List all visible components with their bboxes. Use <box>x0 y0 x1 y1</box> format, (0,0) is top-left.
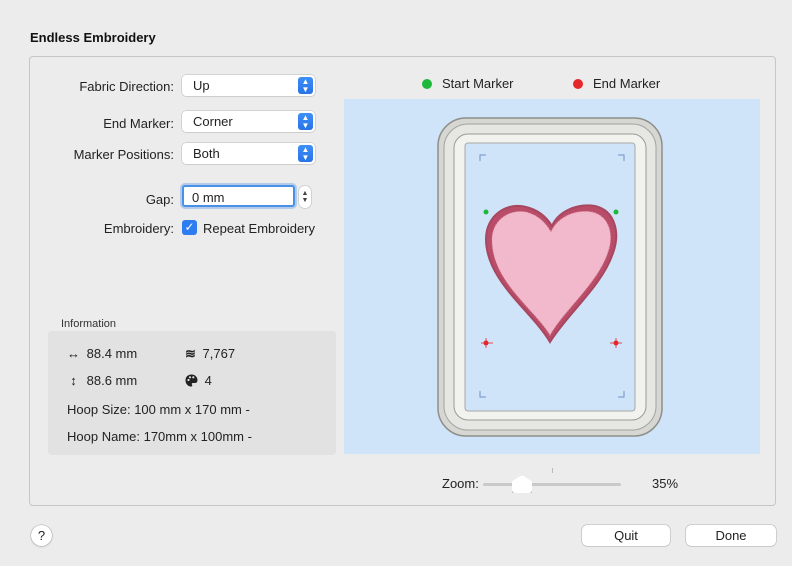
gap-stepper[interactable]: ▲ ▼ <box>299 186 311 208</box>
info-stitches-value: 7,767 <box>202 346 236 361</box>
end-marker-label: End Marker: <box>103 116 174 131</box>
info-colors: 4 <box>185 373 212 388</box>
chevron-updown-icon: ▲ ▼ <box>298 77 313 94</box>
info-width: ↔ 88.4 mm <box>67 346 137 361</box>
zoom-slider-track[interactable] <box>483 483 621 486</box>
legend-end: End Marker <box>573 76 660 91</box>
stitch-count-icon: ≋ <box>185 346 196 361</box>
repeat-embroidery-label[interactable]: Repeat Embroidery <box>203 221 315 236</box>
fabric-direction-value: Up <box>193 78 210 93</box>
hoop-preview-canvas <box>437 117 663 437</box>
horizontal-arrows-icon: ↔ <box>67 346 80 361</box>
information-title: Information <box>61 318 117 330</box>
fabric-direction-label: Fabric Direction: <box>79 79 174 94</box>
end-marker-dot <box>573 78 583 89</box>
embroidery-preview[interactable] <box>344 99 760 454</box>
done-button[interactable]: Done <box>686 525 776 546</box>
info-hoop-size: Hoop Size: 100 mm x 170 mm - <box>67 402 250 417</box>
info-colors-value: 4 <box>204 373 212 388</box>
end-marker-label: End Marker <box>593 76 661 91</box>
gap-label: Gap: <box>145 192 174 207</box>
help-button[interactable]: ? <box>31 525 52 546</box>
chevron-updown-icon: ▲ ▼ <box>298 113 313 130</box>
embroidery-label: Embroidery: <box>103 221 174 236</box>
repeat-embroidery-checkbox[interactable]: ✓ <box>182 220 197 235</box>
start-marker-label: Start Marker <box>442 76 514 91</box>
chevron-updown-icon: ▲ ▼ <box>298 145 313 162</box>
marker-positions-select[interactable]: Both ▲ ▼ <box>182 143 315 164</box>
window-title: Endless Embroidery <box>30 30 156 45</box>
quit-button[interactable]: Quit <box>582 525 670 546</box>
start-marker-left <box>483 209 489 215</box>
info-height: ↕ 88.6 mm <box>67 373 137 388</box>
info-width-value: 88.4 mm <box>86 346 138 361</box>
end-marker-select[interactable]: Corner ▲ ▼ <box>182 111 315 132</box>
zoom-value: 35% <box>652 476 679 491</box>
start-marker-right <box>613 209 619 215</box>
palette-icon <box>185 374 198 387</box>
info-height-value: 88.6 mm <box>86 373 138 388</box>
info-stitches: ≋ 7,767 <box>185 346 235 362</box>
gap-input[interactable]: 0 mm <box>182 185 295 207</box>
fabric-direction-select[interactable]: Up ▲ ▼ <box>182 75 315 96</box>
zoom-label: Zoom: <box>442 476 479 491</box>
marker-positions-label: Marker Positions: <box>73 147 174 162</box>
gap-value: 0 mm <box>192 190 225 205</box>
marker-positions-value: Both <box>193 146 220 161</box>
vertical-arrows-icon: ↕ <box>70 373 77 388</box>
end-marker-value: Corner <box>193 114 233 129</box>
zoom-tick-mark <box>552 468 553 473</box>
start-marker-dot <box>422 78 432 89</box>
legend-start: Start Marker <box>422 76 514 91</box>
info-hoop-name: Hoop Name: 170mm x 100mm - <box>67 429 252 444</box>
